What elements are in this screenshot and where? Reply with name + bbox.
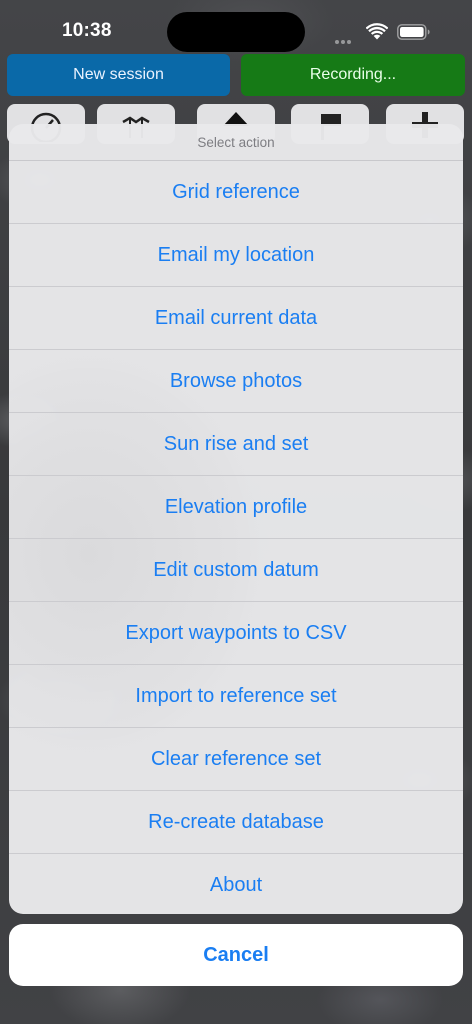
action-elevation-profile[interactable]: Elevation profile (9, 476, 463, 539)
status-bar: 10:38 (0, 0, 472, 62)
cancel-button[interactable]: Cancel (9, 924, 463, 986)
action-edit-custom-datum[interactable]: Edit custom datum (9, 539, 463, 602)
action-grid-reference[interactable]: Grid reference (9, 161, 463, 224)
new-session-button[interactable]: New session (7, 54, 230, 96)
action-about[interactable]: About (9, 854, 463, 914)
wifi-icon (366, 23, 388, 40)
action-recreate-database[interactable]: Re-create database (9, 791, 463, 854)
action-export-waypoints-csv[interactable]: Export waypoints to CSV (9, 602, 463, 665)
action-browse-photos[interactable]: Browse photos (9, 350, 463, 413)
battery-icon (397, 24, 430, 40)
action-email-my-location[interactable]: Email my location (9, 224, 463, 287)
action-sun-rise-and-set[interactable]: Sun rise and set (9, 413, 463, 476)
dynamic-island (167, 12, 305, 52)
cellular-signal-icon (335, 31, 357, 62)
action-sheet-title: Select action (9, 124, 463, 161)
action-sheet: Select action Grid reference Email my lo… (9, 124, 463, 914)
status-time: 10:38 (62, 20, 112, 41)
action-clear-reference-set[interactable]: Clear reference set (9, 728, 463, 791)
action-import-reference-set[interactable]: Import to reference set (9, 665, 463, 728)
action-email-current-data[interactable]: Email current data (9, 287, 463, 350)
recording-button[interactable]: Recording... (241, 54, 465, 96)
